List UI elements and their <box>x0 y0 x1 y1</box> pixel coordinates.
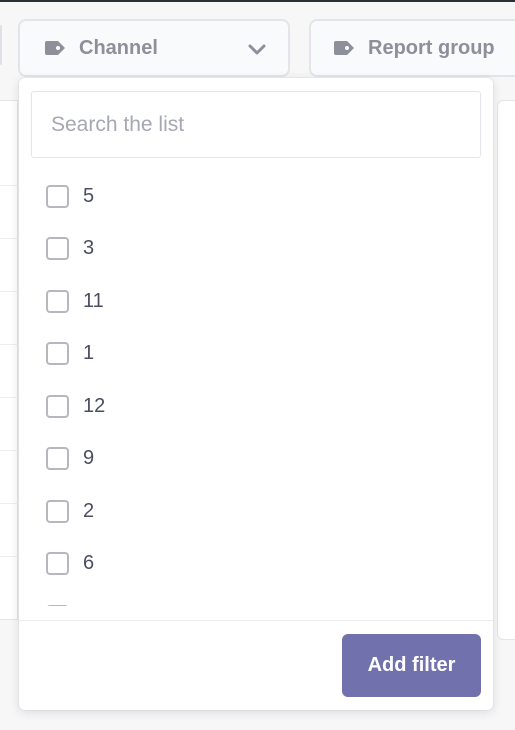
list-item[interactable]: 2 <box>19 485 493 538</box>
option-label: 1 <box>83 342 95 365</box>
list-item[interactable]: 6 <box>19 538 493 591</box>
list-item[interactable]: 9 <box>19 433 493 486</box>
channel-filter-button[interactable]: Channel <box>18 19 290 77</box>
list-item[interactable] <box>19 590 493 606</box>
option-label: 11 <box>83 289 104 312</box>
checkbox[interactable] <box>46 499 69 523</box>
list-item[interactable]: 1 <box>19 328 493 381</box>
channel-filter-popover: 5 3 11 1 12 9 <box>19 78 493 710</box>
checkbox[interactable] <box>46 552 69 576</box>
list-item[interactable]: 3 <box>19 223 493 276</box>
background-row-dividers <box>0 185 18 605</box>
add-filter-button[interactable]: Add filter <box>342 634 481 697</box>
report-group-filter-label: Report group <box>368 36 495 59</box>
option-label: 6 <box>83 552 95 575</box>
list-item[interactable]: 11 <box>19 275 493 328</box>
checkbox[interactable] <box>46 394 69 418</box>
list-item[interactable]: 12 <box>19 380 493 433</box>
option-label: 5 <box>83 184 95 207</box>
tag-icon <box>45 41 65 55</box>
tag-icon <box>334 41 354 55</box>
list-item[interactable]: 5 <box>19 170 493 223</box>
option-list[interactable]: 5 3 11 1 12 9 2 6 <box>19 170 493 606</box>
background-side-card <box>497 100 515 640</box>
search-input[interactable] <box>31 91 481 158</box>
checkbox[interactable] <box>46 342 69 366</box>
option-label: 2 <box>83 499 95 522</box>
checkbox[interactable] <box>46 447 69 471</box>
checkbox[interactable] <box>46 604 69 606</box>
filter-screen: Channel Report group 5 3 <box>0 0 515 730</box>
chevron-down-icon <box>248 40 266 58</box>
report-group-filter-button[interactable]: Report group <box>309 19 515 77</box>
option-label: 9 <box>83 447 95 470</box>
previous-filter-chip-edge[interactable] <box>0 25 2 65</box>
option-label: 3 <box>83 237 95 260</box>
footer-divider <box>19 620 493 621</box>
channel-filter-label: Channel <box>79 36 158 59</box>
checkbox[interactable] <box>46 237 69 261</box>
checkbox[interactable] <box>46 289 69 313</box>
option-label: 12 <box>83 394 106 417</box>
top-border <box>0 0 515 2</box>
checkbox[interactable] <box>46 184 69 208</box>
